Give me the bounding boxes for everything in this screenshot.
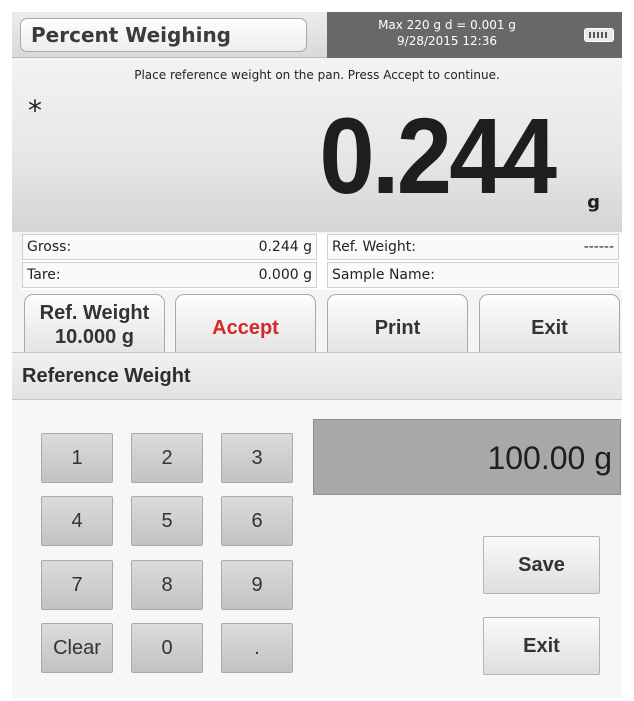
- ref-weight-button[interactable]: Ref. Weight 10.000 g: [24, 294, 165, 354]
- tare-label: Tare:: [27, 267, 61, 283]
- accept-button[interactable]: Accept: [175, 294, 316, 354]
- application-title[interactable]: Percent Weighing: [20, 18, 307, 52]
- gross-value: 0.244 g: [258, 239, 312, 255]
- gross-field: Gross: 0.244 g: [22, 234, 317, 260]
- weight-unit: g: [587, 192, 600, 213]
- key-5[interactable]: 5: [131, 496, 203, 546]
- key-9[interactable]: 9: [221, 560, 293, 610]
- print-button[interactable]: Print: [327, 294, 468, 354]
- tare-field: Tare: 0.000 g: [22, 262, 317, 288]
- reference-weight-entry[interactable]: 100.00 g: [313, 419, 621, 495]
- key-0[interactable]: 0: [131, 623, 203, 673]
- decimal-point-key[interactable]: .: [221, 623, 293, 673]
- weight-display-area: Place reference weight on the pan. Press…: [12, 58, 622, 232]
- dialog-title: Reference Weight: [22, 365, 191, 387]
- key-8[interactable]: 8: [131, 560, 203, 610]
- balance-screen: Percent Weighing Max 220 g d = 0.001 g 9…: [12, 12, 622, 698]
- key-1[interactable]: 1: [41, 433, 113, 483]
- dialog-title-bar: Reference Weight: [12, 352, 622, 400]
- ref-weight-button-label: Ref. Weight: [39, 302, 150, 324]
- instruction-text: Place reference weight on the pan. Press…: [134, 68, 500, 82]
- date-time: 9/28/2015 12:36: [397, 34, 497, 48]
- capacity-readability: Max 220 g d = 0.001 g: [378, 18, 516, 32]
- key-2[interactable]: 2: [131, 433, 203, 483]
- key-3[interactable]: 3: [221, 433, 293, 483]
- info-grid: Gross: 0.244 g Tare: 0.000 g Ref. Weight…: [22, 234, 622, 290]
- exit-button[interactable]: Exit: [479, 294, 620, 354]
- key-4[interactable]: 4: [41, 496, 113, 546]
- balance-info-panel: Max 220 g d = 0.001 g 9/28/2015 12:36: [327, 12, 622, 58]
- ref-weight-button-value: 10.000 g: [55, 326, 134, 348]
- ref-weight-value: ------: [583, 239, 614, 255]
- tare-value: 0.000 g: [258, 267, 312, 283]
- header-bar: Percent Weighing Max 220 g d = 0.001 g 9…: [12, 12, 622, 58]
- key-6[interactable]: 6: [221, 496, 293, 546]
- ref-weight-field: Ref. Weight: ------: [327, 234, 619, 260]
- usb-port-icon: [584, 28, 614, 42]
- ref-weight-label: Ref. Weight:: [332, 239, 417, 255]
- weight-readout: 0.244: [319, 95, 557, 216]
- clear-key[interactable]: Clear: [41, 623, 113, 673]
- sample-name-field: Sample Name:: [327, 262, 619, 288]
- stability-indicator: *: [28, 94, 42, 127]
- key-7[interactable]: 7: [41, 560, 113, 610]
- sample-name-label: Sample Name:: [332, 267, 435, 283]
- gross-label: Gross:: [27, 239, 72, 255]
- save-button[interactable]: Save: [483, 536, 600, 594]
- dialog-exit-button[interactable]: Exit: [483, 617, 600, 675]
